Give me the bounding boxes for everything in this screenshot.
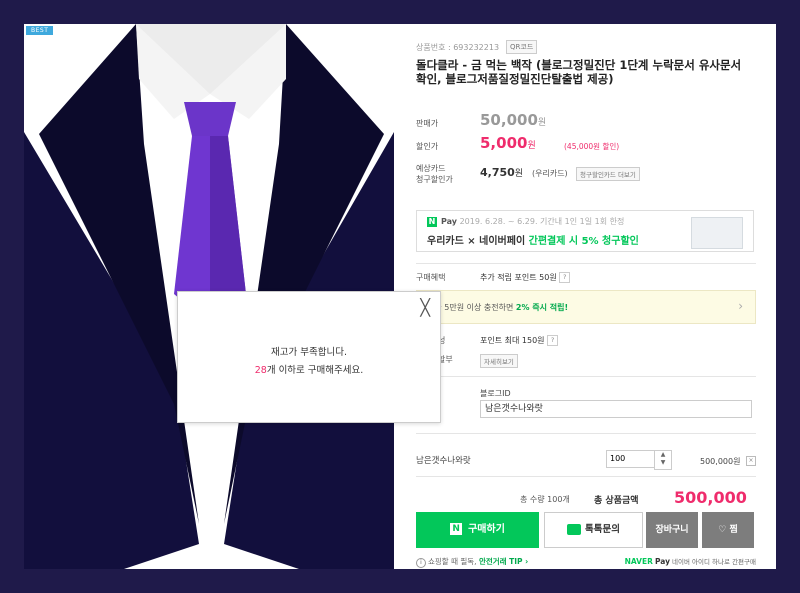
card-price: 4,750원 <box>480 166 523 179</box>
discounted-price-value: 5,000 <box>480 134 528 152</box>
charge-promo-bar[interactable]: 지금 5만원 이상 충전하면 2% 즉시 적립! › <box>416 290 756 324</box>
safe-trade-tip[interactable]: i 쇼핑할 때 필독, 안전거래 TIP › <box>416 556 528 568</box>
won-unit: 원 <box>514 169 524 179</box>
total-amount-value: 500,000 <box>674 488 747 507</box>
card-price-value: 4,750 <box>480 166 515 179</box>
qr-code-button[interactable]: QR코드 <box>506 40 538 54</box>
stepper-up-icon[interactable]: ▲ <box>661 451 666 458</box>
charge-promo-text: 지금 5만원 이상 충전하면 2% 즉시 적립! <box>427 302 568 313</box>
divider <box>416 476 756 477</box>
npay-footer-text: 네이버 아이디 하나로 간편구매 <box>672 558 756 566</box>
benefit-text-value: 추가 적립 포인트 50원 <box>480 273 557 282</box>
popup-message-line2: 28개 이하로 구매해주세요. <box>178 362 440 376</box>
charge-promo-highlight: 2% 즉시 적립! <box>515 303 569 312</box>
sale-price-label: 판매가 <box>416 119 439 128</box>
buy-button[interactable]: N 구매하기 <box>416 512 539 548</box>
help-icon[interactable]: ? <box>559 272 571 283</box>
wish-label: 찜 <box>729 525 738 535</box>
won-unit: 원 <box>527 141 536 151</box>
product-number: 상품번호 : 693232213 <box>416 43 500 52</box>
quantity-input[interactable]: 100 <box>606 450 655 468</box>
divider <box>416 263 756 264</box>
selected-option-name: 남은갯수나와랏 <box>416 456 471 466</box>
total-amount-label: 총 상품금액 <box>594 496 639 506</box>
talktalk-label: 톡톡문의 <box>585 524 620 535</box>
popup-message-suffix: 개 이하로 구매해주세요. <box>266 365 364 376</box>
card-label-line2: 청구할인가 <box>416 175 453 184</box>
divider <box>416 376 756 377</box>
talktalk-button[interactable]: 톡톡문의 <box>544 512 643 548</box>
buy-label: 구매하기 <box>468 524 505 535</box>
promo-headline-prefix: 우리카드 × 네이버페이 <box>427 236 529 247</box>
product-page: BEST 상품번호 : 693232213 QR코드 돌다클라 - 금 먹는 백… <box>24 24 776 569</box>
blog-id-input[interactable]: 남은갯수나와랏 <box>480 400 752 418</box>
product-title: 돌다클라 - 금 먹는 백작 (블로그정밀진단 1단계 누락문서 유사문서 확인… <box>416 58 742 86</box>
naver-n-logo: N <box>427 217 437 227</box>
chevron-right-icon: › <box>738 299 743 313</box>
wish-button[interactable]: ♡ 찜 <box>702 512 754 548</box>
chat-icon <box>567 524 582 535</box>
naver-logo: NAVER <box>624 557 653 566</box>
quantity-stepper[interactable]: ▲ ▼ <box>654 450 672 470</box>
cart-button[interactable]: 장바구니 <box>646 512 698 548</box>
heart-icon: ♡ <box>718 525 727 535</box>
best-badge: BEST <box>26 26 54 35</box>
card-more-button[interactable]: 청구할인카드 더보기 <box>576 167 640 181</box>
discount-price-label: 할인가 <box>416 142 439 151</box>
original-price: 50,000원 <box>480 111 546 129</box>
discount-note: (45,000원 할인) <box>564 142 620 151</box>
close-icon[interactable]: ╳ <box>420 298 430 317</box>
promo-period-text: 2019. 6.28. ~ 6.29. 기간내 1인 1일 1회 한정 <box>459 217 625 226</box>
popup-message-line1: 재고가 부족합니다. <box>271 347 347 358</box>
discounted-price: 5,000원 <box>480 134 536 152</box>
benefit-text: 추가 적립 포인트 50원 ? <box>480 272 571 283</box>
card-image <box>691 217 743 249</box>
promo-headline: 우리카드 × 네이버페이 간편결제 시 5% 청구할인 <box>427 232 639 247</box>
promo-period: Pay 2019. 6.28. ~ 6.29. 기간내 1인 1일 1회 한정 <box>441 216 624 227</box>
benefit-label: 구매혜택 <box>416 273 446 282</box>
naver-n-icon: N <box>450 523 463 535</box>
safe-trade-prefix: 쇼핑할 때 필독, <box>428 557 479 566</box>
divider <box>416 433 756 434</box>
safe-trade-link[interactable]: 안전거래 TIP › <box>479 557 528 566</box>
pay-label: Pay <box>441 217 458 226</box>
points-text-value: 포인트 최대 150원 <box>480 336 545 345</box>
remove-option-button[interactable]: × <box>746 456 756 466</box>
info-icon: i <box>416 558 426 568</box>
detail-button[interactable]: 자세히보기 <box>480 354 518 368</box>
npay-promo-banner[interactable]: N Pay 2019. 6.28. ~ 6.29. 기간내 1인 1일 1회 한… <box>416 210 754 252</box>
total-quantity: 총 수량 100개 <box>520 495 570 504</box>
option-price: 500,000원 <box>700 457 741 466</box>
original-price-value: 50,000 <box>480 111 538 129</box>
stepper-down-icon[interactable]: ▼ <box>661 459 666 466</box>
blog-id-label: 블로그ID <box>480 389 511 398</box>
help-icon[interactable]: ? <box>547 335 559 346</box>
points-text: 포인트 최대 150원 ? <box>480 335 559 346</box>
pay-logo: Pay <box>654 557 670 566</box>
won-unit: 원 <box>537 118 547 128</box>
popup-count: 28 <box>254 365 267 376</box>
card-name: (우리카드) <box>532 169 568 178</box>
npay-footer: NAVER Pay 네이버 아이디 하나로 간편구매 <box>625 556 756 566</box>
card-label-line1: 예상카드 <box>416 164 446 173</box>
stock-alert-popup: ╳ 재고가 부족합니다. 28개 이하로 구매해주세요. <box>177 291 441 423</box>
promo-headline-highlight: 간편결제 시 5% 청구할인 <box>528 236 639 247</box>
